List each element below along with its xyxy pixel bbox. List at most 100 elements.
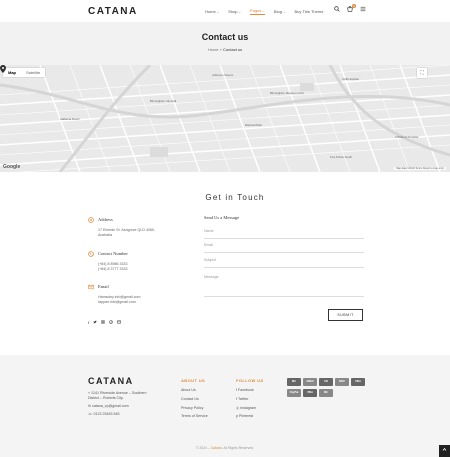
header-icons: 0 <box>334 4 366 14</box>
breadcrumb: Home » Contact us <box>0 47 450 52</box>
copyright: © 2024 – Catana. All Rights Reserved. <box>0 446 450 450</box>
footer-phone[interactable]: ☏ 0123 25453 545 <box>88 412 119 416</box>
payment-discover: DISC <box>335 378 349 386</box>
submit-button[interactable]: SUBMIT <box>328 309 363 321</box>
chevron-up-icon <box>442 447 447 451</box>
map-pin-icon[interactable] <box>0 65 6 73</box>
nav-shop[interactable]: Shop ⌄ <box>228 8 241 15</box>
site-header: CATANA Home ⌄ Shop ⌄ Pages ⌄ Blog ⌄ Buy This… <box>0 0 450 22</box>
footer-instagram-label: Instagram <box>240 406 257 410</box>
payment-paypal: PayPal <box>287 389 301 397</box>
map-label: UAB Hospital <box>342 77 359 81</box>
payment-visa-2: VISA <box>303 389 317 397</box>
map-label: Birmingham Museum of Art <box>270 91 304 95</box>
footer-pinterest-label: Pinterest <box>239 414 254 418</box>
nav-buy-theme[interactable]: Buy This Theme <box>294 8 323 15</box>
payment-amex: AMEX <box>303 378 317 386</box>
twitter-icon[interactable] <box>93 320 97 325</box>
pinterest-icon[interactable] <box>109 320 113 325</box>
cart-icon[interactable]: 0 <box>347 4 356 14</box>
footer-email-text: catana_vp@gmail.com <box>92 404 129 408</box>
fullscreen-icon[interactable]: ⛶ <box>417 68 427 78</box>
map-label: Children's Hospital <box>395 135 419 139</box>
nav-home-label: Home <box>205 9 216 14</box>
chevron-down-icon: ⌄ <box>262 8 265 13</box>
footer-phone-text: 0123 25453 545 <box>93 412 120 416</box>
nav-pages[interactable]: Pages ⌄ <box>250 8 265 15</box>
footer-address-line: District – Roberts City. <box>88 396 124 400</box>
footer-email[interactable]: ✉ catana_vp@gmail.com <box>88 404 129 408</box>
nav-blog[interactable]: Blog ⌄ <box>274 8 286 15</box>
back-to-top-button[interactable] <box>439 445 450 457</box>
breadcrumb-separator: » <box>219 47 222 52</box>
nav-buy-theme-label: Buy This Theme <box>294 9 324 14</box>
main-nav: Home ⌄ Shop ⌄ Pages ⌄ Blog ⌄ Buy This Theme <box>205 8 323 15</box>
footer-twitter-label: Twitter <box>237 397 249 401</box>
breadcrumb-current: Contact us <box>223 47 243 52</box>
google-map[interactable]: Jefferson Towers UAB Hospital Birmingham… <box>0 65 450 172</box>
map-label: Alabama Power <box>60 117 80 121</box>
footer-facebook-label: Facebook <box>238 388 254 392</box>
map-type-toggle: Map Satellite <box>3 68 46 77</box>
footer-address-line: 1241 Riverside Avenue – Southern <box>91 391 147 395</box>
nav-pages-label: Pages <box>250 8 262 13</box>
email-field[interactable]: Email <box>204 243 364 253</box>
location-icon <box>88 217 94 223</box>
footer-pinterest[interactable]: p Pinterest <box>236 414 253 418</box>
map-label: Birmingham City Hall <box>150 99 177 103</box>
footer-link-privacy[interactable]: Privacy Policy <box>181 406 203 410</box>
footer-link-about[interactable]: About Us <box>181 388 196 392</box>
menu-icon[interactable] <box>360 6 366 14</box>
message-field[interactable]: Message <box>204 275 364 297</box>
follow-heading: FOLLOW US <box>236 378 264 383</box>
name-field[interactable]: Name <box>204 229 364 239</box>
subject-field[interactable]: Subject <box>204 258 364 268</box>
chevron-down-icon: ⌄ <box>238 9 242 14</box>
footer-link-contact[interactable]: Contact Us <box>181 397 199 401</box>
address-title: Address <box>98 217 113 222</box>
map-label: Five Points South <box>330 155 352 159</box>
payment-mastercard-2: MC <box>319 389 333 397</box>
address-line: Australia <box>98 233 112 237</box>
breadcrumb-home[interactable]: Home <box>208 47 219 52</box>
footer-facebook[interactable]: f Facebook <box>236 388 254 392</box>
get-in-touch-heading: Get in Touch <box>205 193 265 202</box>
payment-visa: VISA <box>351 378 365 386</box>
facebook-icon[interactable]: f <box>88 320 89 325</box>
payment-cb: CB <box>319 378 333 386</box>
about-heading: ABOUT US <box>181 378 206 383</box>
mail-icon[interactable] <box>117 320 121 325</box>
footer-address: ⌖ 1241 Riverside Avenue – Southern <box>88 391 147 395</box>
copyright-brand[interactable]: Catana <box>211 446 222 450</box>
instagram-icon[interactable] <box>101 320 105 325</box>
address-line: 17 Elmede St. Ashgrove QLD 4060, <box>98 228 155 232</box>
footer-instagram[interactable]: ◎ Instagram <box>236 406 256 410</box>
chevron-down-icon: ⌄ <box>282 9 286 14</box>
page-title-band: Contact us Home » Contact us <box>0 22 450 65</box>
phone-title: Contact Number <box>98 251 128 256</box>
email-line[interactable]: Hamsoley.info@gmail.com <box>98 295 141 299</box>
map-attribution[interactable]: Map data ©2024 Terms Report a map error <box>394 167 446 170</box>
cart-count-badge: 0 <box>352 4 356 8</box>
footer-logo[interactable]: CATANA <box>88 376 134 386</box>
phone-line[interactable]: (+84) 8 3777 3333 <box>98 267 127 271</box>
search-icon[interactable] <box>334 6 340 14</box>
nav-blog-label: Blog <box>273 9 282 14</box>
mail-icon <box>88 284 94 290</box>
site-footer: CATANA ⌖ 1241 Riverside Avenue – Souther… <box>0 355 450 457</box>
email-line[interactable]: Iappan.info@gmail.com <box>98 300 136 304</box>
copyright-prefix: © 2024 – <box>195 446 210 450</box>
payment-mastercard: MC <box>287 378 301 386</box>
contact-socials: f <box>88 320 121 325</box>
phone-line[interactable]: (+84) 8 8986 3333 <box>98 262 127 266</box>
map-label: Jefferson Towers <box>212 73 234 77</box>
map-label: Railroad Park <box>245 123 262 127</box>
page-title: Contact us <box>201 32 249 42</box>
footer-twitter[interactable]: t Twitter <box>236 397 249 401</box>
map-tab-satellite[interactable]: Satellite <box>21 68 45 77</box>
copyright-suffix: . All Rights Reserved. <box>221 446 255 450</box>
nav-home[interactable]: Home ⌄ <box>205 8 219 15</box>
footer-link-terms[interactable]: Terms of Service <box>181 414 208 418</box>
site-logo[interactable]: CATANA <box>88 6 138 17</box>
phone-icon <box>88 251 94 257</box>
